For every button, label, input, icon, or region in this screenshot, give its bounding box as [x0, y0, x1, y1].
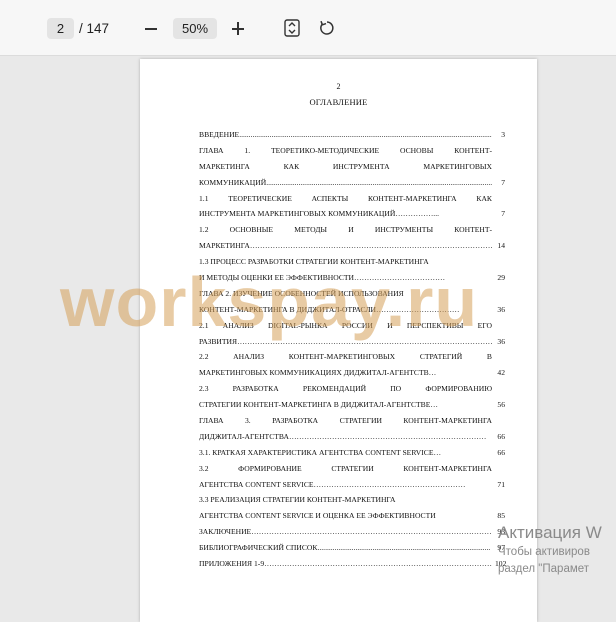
rotate-icon[interactable]: [318, 19, 336, 37]
toc-entry-page: 7: [501, 177, 505, 187]
toc-entry: ПРИЛОЖЕНИЯ 1-9………………………………………………………………………: [199, 556, 506, 572]
toc-entry-text: СТРАТЕГИИ КОНТЕНТ-МАРКЕТИНГА В ДИДЖИТАЛ-…: [199, 400, 438, 410]
toc-entry: МАРКЕТИНГА КАК ИНСТРУМЕНТА МАРКЕТИНГОВЫХ: [199, 159, 505, 175]
toc-entry: 3.3 РЕАЛИЗАЦИЯ СТРАТЕГИИ КОНТЕНТ-МАРКЕТИ…: [199, 492, 505, 508]
toc-entry: МАРКЕТИНГА…………………………………………………………………………………: [199, 238, 505, 254]
minus-icon[interactable]: [142, 18, 160, 39]
toc-entry-text: 3.2 ФОРМИРОВАНИЕ СТРАТЕГИИ КОНТЕНТ-МАРКЕ…: [199, 463, 492, 473]
toc-entry: 2.2 АНАЛИЗ КОНТЕНТ-МАРКЕТИНГОВЫХ СТРАТЕГ…: [199, 349, 505, 365]
toc-entry: 2.3 РАЗРАБОТКА РЕКОМЕНДАЦИЙ ПО ФОРМИРОВА…: [199, 381, 505, 397]
toc-entry-text: 1.1 ТЕОРЕТИЧЕСКИЕ АСПЕКТЫ КОНТЕНТ-МАРКЕТ…: [199, 193, 492, 203]
toc-entry-page: 29: [497, 273, 505, 283]
toc-entry-text: МАРКЕТИНГА…………………………………………………………………………………: [199, 241, 492, 251]
plus-icon[interactable]: [229, 18, 247, 39]
toc-entry-text: АГЕНТСТВА CONTENT SERVICE…………………………………………: [199, 479, 466, 489]
fit-page-icon[interactable]: [284, 19, 300, 37]
page-number: 2: [336, 82, 341, 91]
toc-entry: 3.2 ФОРМИРОВАНИЕ СТРАТЕГИИ КОНТЕНТ-МАРКЕ…: [199, 461, 505, 477]
toc-entry: ЗАКЛЮЧЕНИЕ…………………………………………………………………………………: [199, 524, 505, 540]
toc-entry-page: 36: [497, 336, 505, 346]
toc-entry: 1.2 ОСНОВНЫЕ МЕТОДЫ И ИНСТРУМЕНТЫ КОНТЕН…: [199, 222, 505, 238]
toc-entry-page: 71: [497, 479, 505, 489]
toc-entry-page: 66: [497, 447, 505, 457]
pdf-toolbar: 2 / 147 50%: [0, 0, 616, 56]
toc-entry-text: МАРКЕТИНГОВЫХ КОММУНИКАЦИЯХ ДИДЖИТАЛ-АГЕ…: [199, 368, 437, 378]
watermark: workspay.ru: [60, 263, 479, 341]
toc-entry-page: 36: [497, 304, 505, 314]
toc-entry-page: 42: [497, 368, 505, 378]
page-number-input[interactable]: 2: [47, 18, 74, 39]
table-of-contents: ВВЕДЕНИЕ................................…: [199, 127, 506, 572]
toc-entry-text: 2.3 РАЗРАБОТКА РЕКОМЕНДАЦИЙ ПО ФОРМИРОВА…: [199, 384, 492, 394]
toc-entry: БИБЛИОГРАФИЧЕСКИЙ СПИСОК................…: [199, 540, 505, 556]
toc-entry: ДИДЖИТАЛ-АГЕНТСТВА……………………………………………………………: [199, 429, 505, 445]
toc-entry-text: ИНСТРУМЕНТА МАРКЕТИНГОВЫХ КОММУНИКАЦИЙ………: [199, 209, 439, 219]
windows-activation-notice: Активация W Чтобы активиров раздел "Пара…: [498, 522, 616, 578]
toc-entry-text: ГЛАВА 3. РАЗРАБОТКА СТРАТЕГИИ КОНТЕНТ-МА…: [199, 416, 492, 426]
toc-entry-text: АГЕНТСТВА CONTENT SERVICE И ОЦЕНКА ЕЕ ЭФ…: [199, 511, 436, 521]
toc-entry: КОММУНИКАЦИЙ............................…: [199, 175, 505, 191]
toc-entry: АГЕНТСТВА CONTENT SERVICE И ОЦЕНКА ЕЕ ЭФ…: [199, 508, 505, 524]
toc-entry-page: 7: [501, 209, 505, 219]
toc-entry-text: 3.1. КРАТКАЯ ХАРАКТЕРИСТИКА АГЕНТСТВА CO…: [199, 447, 442, 457]
toc-entry-text: ВВЕДЕНИЕ................................…: [199, 130, 492, 139]
toc-entry-text: 3.3 РЕАЛИЗАЦИЯ СТРАТЕГИИ КОНТЕНТ-МАРКЕТИ…: [199, 495, 396, 505]
toc-entry-page: 66: [497, 431, 505, 441]
activation-line: раздел "Парамет: [498, 563, 590, 575]
toc-entry-text: ДИДЖИТАЛ-АГЕНТСТВА……………………………………………………………: [199, 431, 487, 441]
toc-heading: ОГЛАВЛЕНИЕ: [309, 97, 368, 107]
toc-entry-text: 2.2 АНАЛИЗ КОНТЕНТ-МАРКЕТИНГОВЫХ СТРАТЕГ…: [199, 352, 492, 362]
toc-entry: ГЛАВА 3. РАЗРАБОТКА СТРАТЕГИИ КОНТЕНТ-МА…: [199, 413, 505, 429]
toc-entry: ГЛАВА 1. ТЕОРЕТИКО-МЕТОДИЧЕСКИЕ ОСНОВЫ К…: [199, 143, 505, 159]
toc-entry: СТРАТЕГИИ КОНТЕНТ-МАРКЕТИНГА В ДИДЖИТАЛ-…: [199, 397, 505, 413]
toc-entry-page: 3: [501, 130, 505, 139]
zoom-level-input[interactable]: 50%: [173, 18, 217, 39]
page-total-label: / 147: [79, 21, 110, 36]
toc-entry: ВВЕДЕНИЕ................................…: [199, 127, 505, 143]
toc-entry: 1.1 ТЕОРЕТИЧЕСКИЕ АСПЕКТЫ КОНТЕНТ-МАРКЕТ…: [199, 191, 505, 207]
toc-entry-text: ЗАКЛЮЧЕНИЕ…………………………………………………………………………………: [199, 527, 492, 537]
toc-entry-text: МАРКЕТИНГА КАК ИНСТРУМЕНТА МАРКЕТИНГОВЫХ: [199, 161, 492, 171]
activation-line: Чтобы активиров: [498, 546, 590, 558]
toc-entry: АГЕНТСТВА CONTENT SERVICE…………………………………………: [199, 477, 505, 493]
toc-entry: 3.1. КРАТКАЯ ХАРАКТЕРИСТИКА АГЕНТСТВА CO…: [199, 445, 505, 461]
activation-title: Активация W: [498, 523, 602, 542]
toc-entry-text: КОММУНИКАЦИЙ............................…: [199, 177, 492, 187]
toc-entry: ИНСТРУМЕНТА МАРКЕТИНГОВЫХ КОММУНИКАЦИЙ………: [199, 206, 505, 222]
toc-entry-text: ПРИЛОЖЕНИЯ 1-9………………………………………………………………………: [199, 559, 492, 569]
toc-entry-text: 1.2 ОСНОВНЫЕ МЕТОДЫ И ИНСТРУМЕНТЫ КОНТЕН…: [199, 225, 492, 235]
toc-entry: МАРКЕТИНГОВЫХ КОММУНИКАЦИЯХ ДИДЖИТАЛ-АГЕ…: [199, 365, 505, 381]
toc-entry-page: 14: [497, 241, 505, 251]
toc-entry-page: 56: [497, 400, 505, 410]
toc-entry-text: ГЛАВА 1. ТЕОРЕТИКО-МЕТОДИЧЕСКИЕ ОСНОВЫ К…: [199, 145, 492, 155]
toc-entry-text: БИБЛИОГРАФИЧЕСКИЙ СПИСОК................…: [199, 543, 491, 553]
